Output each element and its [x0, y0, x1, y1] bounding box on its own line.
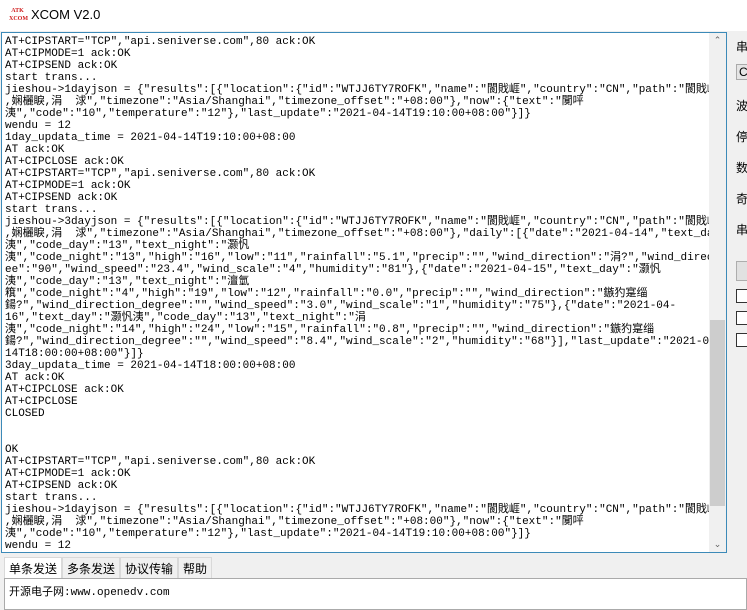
- receive-line: AT+CIPSTART="TCP","api.seniverse.com",80…: [5, 456, 316, 468]
- receive-line: OK: [5, 444, 19, 456]
- receive-line: ,娴欐睙,涓 浗","timezone":"Asia/Shanghai","ti…: [5, 228, 709, 240]
- receive-line: 洟","code_day":"13","text_night":"灏忛: [5, 240, 250, 252]
- receive-line: AT+CIPCLOSE ack:OK: [5, 384, 124, 396]
- receive-line: 1day_updata_time = 2021-04-14T19:10:00+0…: [5, 132, 296, 144]
- checkbox-1[interactable]: [736, 289, 747, 303]
- receive-line: start trans...: [5, 492, 98, 504]
- app-logo: ATK XCOM: [9, 8, 28, 22]
- receive-line: 洟","code_day":"13","text_night":"澶氫: [5, 276, 250, 288]
- receive-line: AT+CIPSEND ack:OK: [5, 192, 118, 204]
- tab-single-send[interactable]: 单条发送: [4, 557, 63, 578]
- receive-line: 鍚?","wind_direction_degree":"","wind_spe…: [5, 336, 709, 348]
- scrollbar-thumb[interactable]: [710, 320, 725, 506]
- receive-line: [5, 432, 709, 444]
- receive-line: AT+CIPCLOSE: [5, 396, 78, 408]
- receive-line: AT+CIPSEND ack:OK: [5, 60, 118, 72]
- receive-line: 洟","code_night":"13","high":"16","low":"…: [5, 252, 709, 264]
- parity-label: 奇: [736, 192, 747, 206]
- receive-line: AT+CIPSTART="TCP","api.seniverse.com",80…: [5, 168, 316, 180]
- receive-line: 洟","code":"10","temperature":"12"},"last…: [5, 528, 531, 540]
- receive-line: start trans...: [5, 72, 98, 84]
- receive-line: ee":"90","wind_speed":"23.4","wind_scale…: [5, 264, 661, 276]
- receive-line: AT ack:OK: [5, 144, 65, 156]
- receive-line: wendu = 12: [5, 120, 72, 132]
- receive-line: wendu = 12: [5, 540, 72, 552]
- receive-line: 1day_updata_time = 2021-04-14T19:10:00+0…: [5, 552, 709, 553]
- serial-op-label: 串: [736, 223, 747, 237]
- baud-label: 波: [736, 99, 747, 113]
- tab-help[interactable]: 帮助: [178, 557, 213, 578]
- receive-line: AT+CIPMODE=1 ack:OK: [5, 48, 131, 60]
- receive-line: ,娴欐睙,涓 浗","timezone":"Asia/Shanghai","ti…: [5, 96, 584, 108]
- scroll-down-icon[interactable]: ⌄: [709, 539, 726, 550]
- window-title: XCOM V2.0: [31, 7, 101, 22]
- receive-line: AT+CIPCLOSE ack:OK: [5, 156, 124, 168]
- serial-port-label: 串: [736, 40, 747, 54]
- receive-line: AT+CIPMODE=1 ack:OK: [5, 468, 131, 480]
- receive-line: start trans...: [5, 204, 98, 216]
- databit-label: 数: [736, 161, 747, 175]
- open-port-button[interactable]: [736, 261, 747, 281]
- scroll-up-icon[interactable]: ⌃: [709, 35, 726, 46]
- vertical-scrollbar[interactable]: ⌃ ⌄: [709, 33, 726, 552]
- receive-line: AT+CIPSTART="TCP","api.seniverse.com",80…: [5, 36, 316, 48]
- receive-line: 3day_updata_time = 2021-04-14T18:00:00+0…: [5, 360, 296, 372]
- tab-multi-send[interactable]: 多条发送: [62, 557, 121, 578]
- receive-line: CLOSED: [5, 408, 45, 420]
- send-input[interactable]: 开源电子网:www.openedv.com: [4, 578, 747, 610]
- receive-line: 洟","code_night":"14","high":"24","low":"…: [5, 324, 655, 336]
- receive-line: AT+CIPMODE=1 ack:OK: [5, 180, 131, 192]
- receive-line: 16","text_day":"灏忛洟","code_day":"13","te…: [5, 312, 366, 324]
- checkbox-3[interactable]: [736, 333, 747, 347]
- receive-line: 洟","code":"10","temperature":"12"},"last…: [5, 108, 531, 120]
- send-input-value: 开源电子网:www.openedv.com: [9, 587, 170, 599]
- receive-area[interactable]: AT+CIPSTART="TCP","api.seniverse.com",80…: [1, 32, 727, 553]
- checkbox-2[interactable]: [736, 311, 747, 325]
- receive-line: ,娴欐睙,涓 浗","timezone":"Asia/Shanghai","ti…: [5, 516, 584, 528]
- send-tabs: 单条发送 多条发送 协议传输 帮助: [4, 557, 213, 578]
- receive-line: 14T18:00:00+08:00"}]}: [5, 348, 144, 360]
- receive-line: 鍚?","wind_direction_degree":"","wind_spe…: [5, 300, 677, 312]
- receive-line: AT ack:OK: [5, 372, 65, 384]
- receive-line: 簯","code_night":"4","high":"19","low":"1…: [5, 288, 648, 300]
- receive-line: [5, 420, 709, 432]
- receive-line: jieshou->1dayjson = {"results":[{"locati…: [5, 504, 709, 516]
- receive-line: jieshou->1dayjson = {"results":[{"locati…: [5, 84, 709, 96]
- receive-line: AT+CIPSEND ack:OK: [5, 480, 118, 492]
- title-bar: ATK XCOM XCOM V2.0: [0, 0, 747, 31]
- port-select[interactable]: C: [736, 64, 747, 80]
- receive-text: AT+CIPSTART="TCP","api.seniverse.com",80…: [5, 36, 709, 553]
- receive-line: jieshou->3dayjson = {"results":[{"locati…: [5, 216, 709, 228]
- tab-protocol[interactable]: 协议传输: [120, 557, 179, 578]
- stopbit-label: 停: [736, 130, 747, 144]
